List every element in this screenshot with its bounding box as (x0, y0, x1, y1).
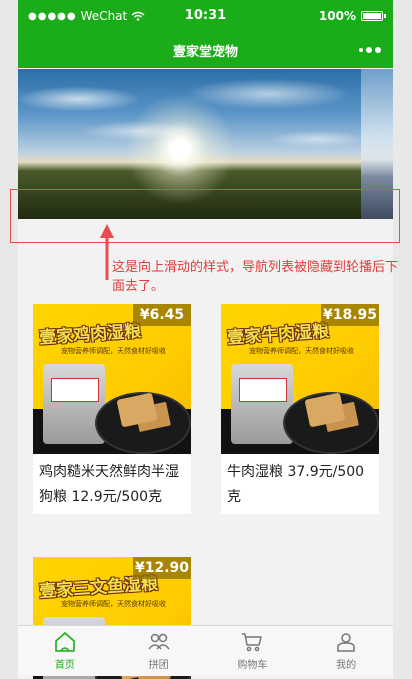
tab-label: 购物车 (237, 660, 268, 671)
product-image[interactable]: 壹家牛肉湿粮 宠物营养师调配，天然食材好吸收 ¥18.95 (221, 304, 379, 454)
phone-screen: ●●●●● WeChat 10:31 100% 壹家堂宠物 壹家鸡肉湿粮 宠物营… (18, 0, 393, 679)
user-icon (337, 633, 355, 652)
product-image[interactable]: 壹家鸡肉湿粮 宠物营养师调配，天然食材好吸收 ¥6.45 (33, 304, 191, 454)
tab-label: 拼团 (148, 660, 169, 671)
tab-profile[interactable]: 我的 (299, 626, 393, 676)
product-card[interactable]: 壹家鸡肉湿粮 宠物营养师调配，天然食材好吸收 ¥6.45 鸡肉糙米天然鲜肉半湿狗… (33, 304, 191, 514)
food-bag-image (43, 364, 105, 444)
food-bag-image (231, 364, 293, 444)
cart-icon (242, 633, 263, 652)
price-tag: ¥6.45 (133, 304, 191, 326)
product-card[interactable]: 壹家牛肉湿粮 宠物营养师调配，天然食材好吸收 ¥18.95 牛肉湿粮 37.9元… (221, 304, 379, 514)
annotation-note: 这是向上滑动的样式，导航列表被隐藏到轮播后下面去了。 (112, 260, 399, 294)
product-sub-text: 宠物营养师调配，天然食材好吸收 (61, 347, 166, 355)
tab-home[interactable]: 首页 (18, 626, 112, 676)
banner-clouds (18, 69, 361, 164)
tab-bar: 首页 拼团 购物车 我的 (18, 625, 393, 676)
battery-icon (361, 11, 386, 21)
nav-bar: 壹家堂宠物 (18, 34, 393, 68)
product-sub-text: 宠物营养师调配，天然食材好吸收 (249, 347, 354, 355)
status-right: 100% (318, 9, 386, 23)
annotation-highlight-box (10, 189, 400, 243)
product-banner-text: 壹家鸡肉湿粮 (38, 321, 142, 349)
product-name[interactable]: 牛肉湿粮 37.9元/500克 (221, 454, 379, 514)
more-menu-icon[interactable] (359, 47, 381, 53)
page-title: 壹家堂宠物 (172, 45, 238, 60)
product-banner-text: 壹家牛肉湿粮 (226, 321, 330, 349)
group-icon (148, 633, 170, 650)
home-icon (55, 632, 75, 652)
tab-label: 首页 (54, 660, 75, 671)
product-name[interactable]: 鸡肉糙米天然鲜肉半湿狗粮 12.9元/500克 (33, 454, 191, 514)
tab-cart[interactable]: 购物车 (206, 626, 300, 676)
tab-group[interactable]: 拼团 (112, 626, 206, 676)
price-tag: ¥12.90 (133, 557, 191, 579)
battery-percent: 100% (318, 9, 356, 23)
price-tag: ¥18.95 (321, 304, 379, 326)
product-sub-text: 宠物营养师调配，天然食材好吸收 (61, 600, 166, 608)
tab-label: 我的 (336, 660, 357, 671)
status-bar: ●●●●● WeChat 10:31 100% (18, 0, 393, 34)
